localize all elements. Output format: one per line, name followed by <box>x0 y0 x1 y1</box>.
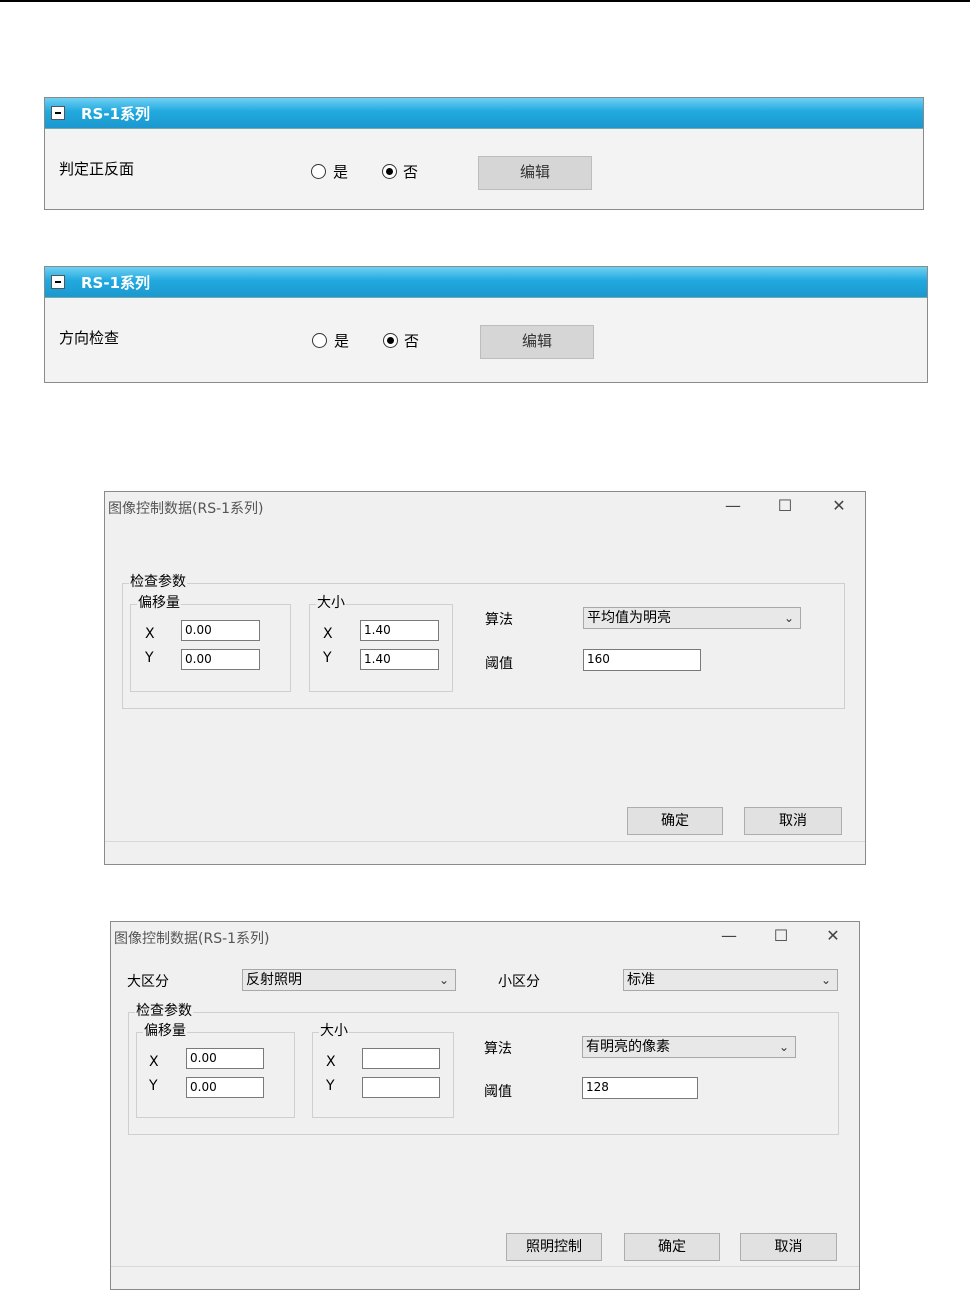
radio-yes[interactable] <box>312 333 327 348</box>
threshold-label: 阈值 <box>485 656 513 672</box>
status-bar <box>111 1266 859 1289</box>
panel-header[interactable]: RS-1系列 <box>45 267 927 298</box>
offset-y-input[interactable]: 0.00 <box>186 1077 264 1098</box>
maximize-icon[interactable]: ☐ <box>769 926 793 946</box>
size-x-input[interactable]: 1.40 <box>360 620 439 641</box>
offset-x-input[interactable]: 0.00 <box>181 620 260 641</box>
algorithm-value: 有明亮的像素 <box>586 1039 670 1055</box>
offset-x-input[interactable]: 0.00 <box>186 1048 264 1069</box>
threshold-input[interactable]: 128 <box>582 1077 698 1099</box>
offset-y-label: Y <box>145 650 154 666</box>
dialog-title: 图像控制数据(RS-1系列) <box>108 501 264 517</box>
setting-label: 方向检查 <box>59 329 120 347</box>
chevron-down-icon: ⌄ <box>438 973 449 987</box>
cancel-button[interactable]: 取消 <box>740 1233 837 1261</box>
major-category-select[interactable]: 反射照明 ⌄ <box>242 969 456 991</box>
algorithm-label: 算法 <box>484 1041 512 1057</box>
radio-no[interactable] <box>383 333 398 348</box>
edit-button[interactable]: 编辑 <box>480 325 594 359</box>
size-y-input[interactable]: 1.40 <box>360 649 439 670</box>
radio-no-label: 否 <box>404 332 420 350</box>
radio-no-label: 否 <box>403 163 419 181</box>
close-icon[interactable]: ✕ <box>827 496 851 516</box>
major-category-value: 反射照明 <box>246 972 302 988</box>
collapse-icon[interactable] <box>51 275 65 289</box>
size-group <box>312 1032 454 1118</box>
inspect-params-label: 检查参数 <box>135 1003 193 1019</box>
radio-yes-label: 是 <box>333 163 349 181</box>
status-bar <box>105 841 865 864</box>
size-x-label: X <box>326 1054 336 1070</box>
panel-title: RS-1系列 <box>81 105 151 123</box>
inspect-params-label: 检查参数 <box>129 574 187 590</box>
size-x-input[interactable] <box>362 1048 440 1069</box>
algorithm-value: 平均值为明亮 <box>587 610 671 626</box>
threshold-input[interactable]: 160 <box>583 649 701 671</box>
close-icon[interactable]: ✕ <box>821 926 845 946</box>
size-y-label: Y <box>326 1078 335 1094</box>
minor-category-value: 标准 <box>627 972 655 988</box>
chevron-down-icon: ⌄ <box>783 611 794 625</box>
ok-button[interactable]: 确定 <box>624 1233 720 1261</box>
minimize-icon[interactable]: — <box>721 496 745 516</box>
edit-button[interactable]: 编辑 <box>478 156 592 190</box>
size-label: 大小 <box>316 595 346 611</box>
major-category-label: 大区分 <box>127 974 169 990</box>
minor-category-label: 小区分 <box>498 974 540 990</box>
offset-x-label: X <box>145 626 155 642</box>
chevron-down-icon: ⌄ <box>778 1040 789 1054</box>
offset-group <box>136 1032 295 1118</box>
offset-group <box>130 604 291 692</box>
size-y-input[interactable] <box>362 1077 440 1098</box>
panel-header[interactable]: RS-1系列 <box>45 98 923 129</box>
size-label: 大小 <box>319 1023 349 1039</box>
offset-label: 偏移量 <box>137 595 181 611</box>
dialog-title: 图像控制数据(RS-1系列) <box>114 931 270 947</box>
radio-yes-label: 是 <box>334 332 350 350</box>
collapse-icon[interactable] <box>51 106 65 120</box>
size-group <box>309 604 453 692</box>
image-control-dialog-1: 图像控制数据(RS-1系列) — ☐ ✕ 检查参数 偏移量 X 0.00 Y 0… <box>104 491 866 865</box>
algorithm-label: 算法 <box>485 612 513 628</box>
offset-y-label: Y <box>149 1078 158 1094</box>
panel-direction-check: RS-1系列 方向检查 是 否 编辑 <box>44 266 928 383</box>
lighting-control-button[interactable]: 照明控制 <box>506 1233 602 1261</box>
minor-category-select[interactable]: 标准 ⌄ <box>623 969 838 991</box>
setting-label: 判定正反面 <box>59 160 135 178</box>
radio-no[interactable] <box>382 164 397 179</box>
maximize-icon[interactable]: ☐ <box>773 496 797 516</box>
offset-y-input[interactable]: 0.00 <box>181 649 260 670</box>
threshold-label: 阈值 <box>484 1084 512 1100</box>
algorithm-select[interactable]: 有明亮的像素 ⌄ <box>582 1036 796 1058</box>
radio-yes[interactable] <box>311 164 326 179</box>
offset-label: 偏移量 <box>143 1023 187 1039</box>
ok-button[interactable]: 确定 <box>627 807 723 835</box>
size-y-label: Y <box>323 650 332 666</box>
page-top-rule <box>0 0 970 2</box>
offset-x-label: X <box>149 1054 159 1070</box>
chevron-down-icon: ⌄ <box>820 973 831 987</box>
panel-judge-face: RS-1系列 判定正反面 是 否 编辑 <box>44 97 924 210</box>
panel-title: RS-1系列 <box>81 274 151 292</box>
image-control-dialog-2: 图像控制数据(RS-1系列) — ☐ ✕ 大区分 反射照明 ⌄ 小区分 标准 ⌄… <box>110 921 860 1290</box>
cancel-button[interactable]: 取消 <box>744 807 842 835</box>
algorithm-select[interactable]: 平均值为明亮 ⌄ <box>583 607 801 629</box>
minimize-icon[interactable]: — <box>717 926 741 946</box>
size-x-label: X <box>323 626 333 642</box>
